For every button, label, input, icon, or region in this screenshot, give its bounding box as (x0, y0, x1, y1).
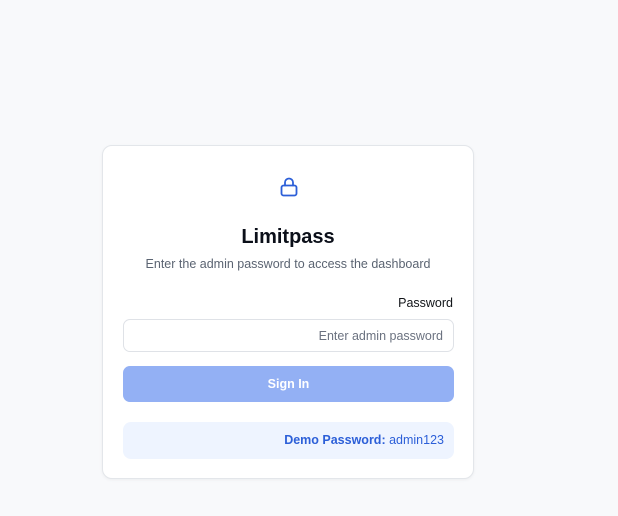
demo-password-hint: Demo Password: admin123 (123, 422, 454, 459)
demo-password-value: admin123 (389, 433, 444, 447)
page-subtitle: Enter the admin password to access the d… (145, 257, 431, 271)
lock-icon (280, 177, 298, 197)
page-title: Limitpass (241, 226, 335, 248)
sign-in-button[interactable]: Sign In (123, 366, 454, 402)
password-label: Password (398, 296, 453, 310)
password-input[interactable] (123, 319, 454, 352)
demo-password-label: Demo Password: (284, 433, 386, 447)
login-card: Limitpass Enter the admin password to ac… (102, 145, 474, 479)
